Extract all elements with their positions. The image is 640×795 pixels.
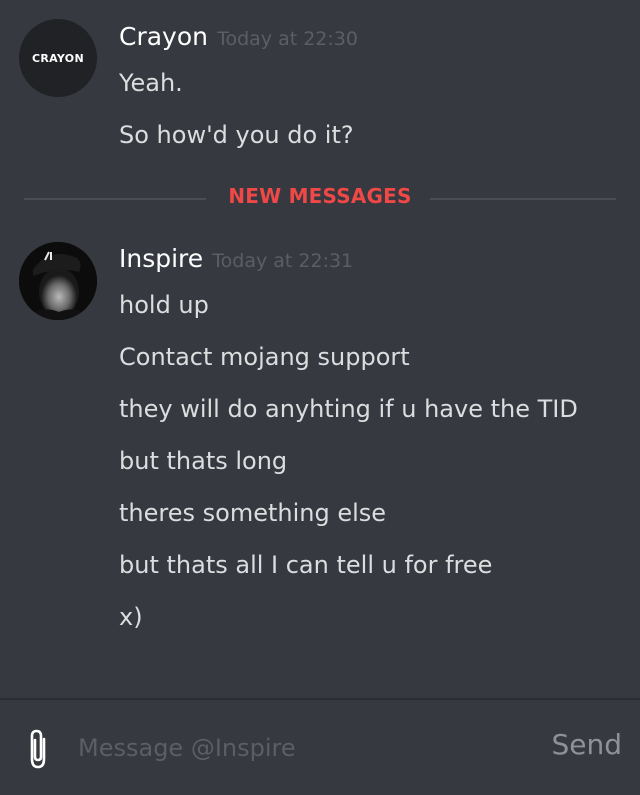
paperclip-icon[interactable] [25,727,53,771]
message-header: Inspire Today at 22:31 [119,244,353,273]
send-button[interactable]: Send [551,728,622,761]
avatar-logo-text: CRAYON [32,51,84,65]
message-text: but thats long [119,447,288,475]
username[interactable]: Inspire [119,244,203,273]
new-messages-divider: NEW MESSAGES [24,184,616,208]
message-header: Crayon Today at 22:30 [119,22,358,51]
message-input[interactable] [78,730,518,766]
timestamp: Today at 22:30 [217,28,358,50]
avatar[interactable]: CRAYON [19,19,97,97]
username[interactable]: Crayon [119,22,208,51]
message-text: they will do anyhting if u have the TID [119,395,578,423]
timestamp: Today at 22:31 [212,250,354,272]
avatar-photo-icon [19,242,97,320]
message-text: Yeah. [119,69,183,97]
message-text: x) [119,603,143,631]
message-text: So how'd you do it? [119,121,354,149]
message-text: but thats all I can tell u for free [119,551,493,579]
message-text: hold up [119,291,209,319]
message-text: Contact mojang support [119,343,410,371]
new-messages-label: NEW MESSAGES [228,184,412,208]
avatar[interactable] [19,242,97,320]
chat-messages: CRAYON Crayon Today at 22:30 Yeah. So ho… [0,0,640,698]
message-composer: Send [0,698,640,795]
message-text: theres something else [119,499,387,527]
